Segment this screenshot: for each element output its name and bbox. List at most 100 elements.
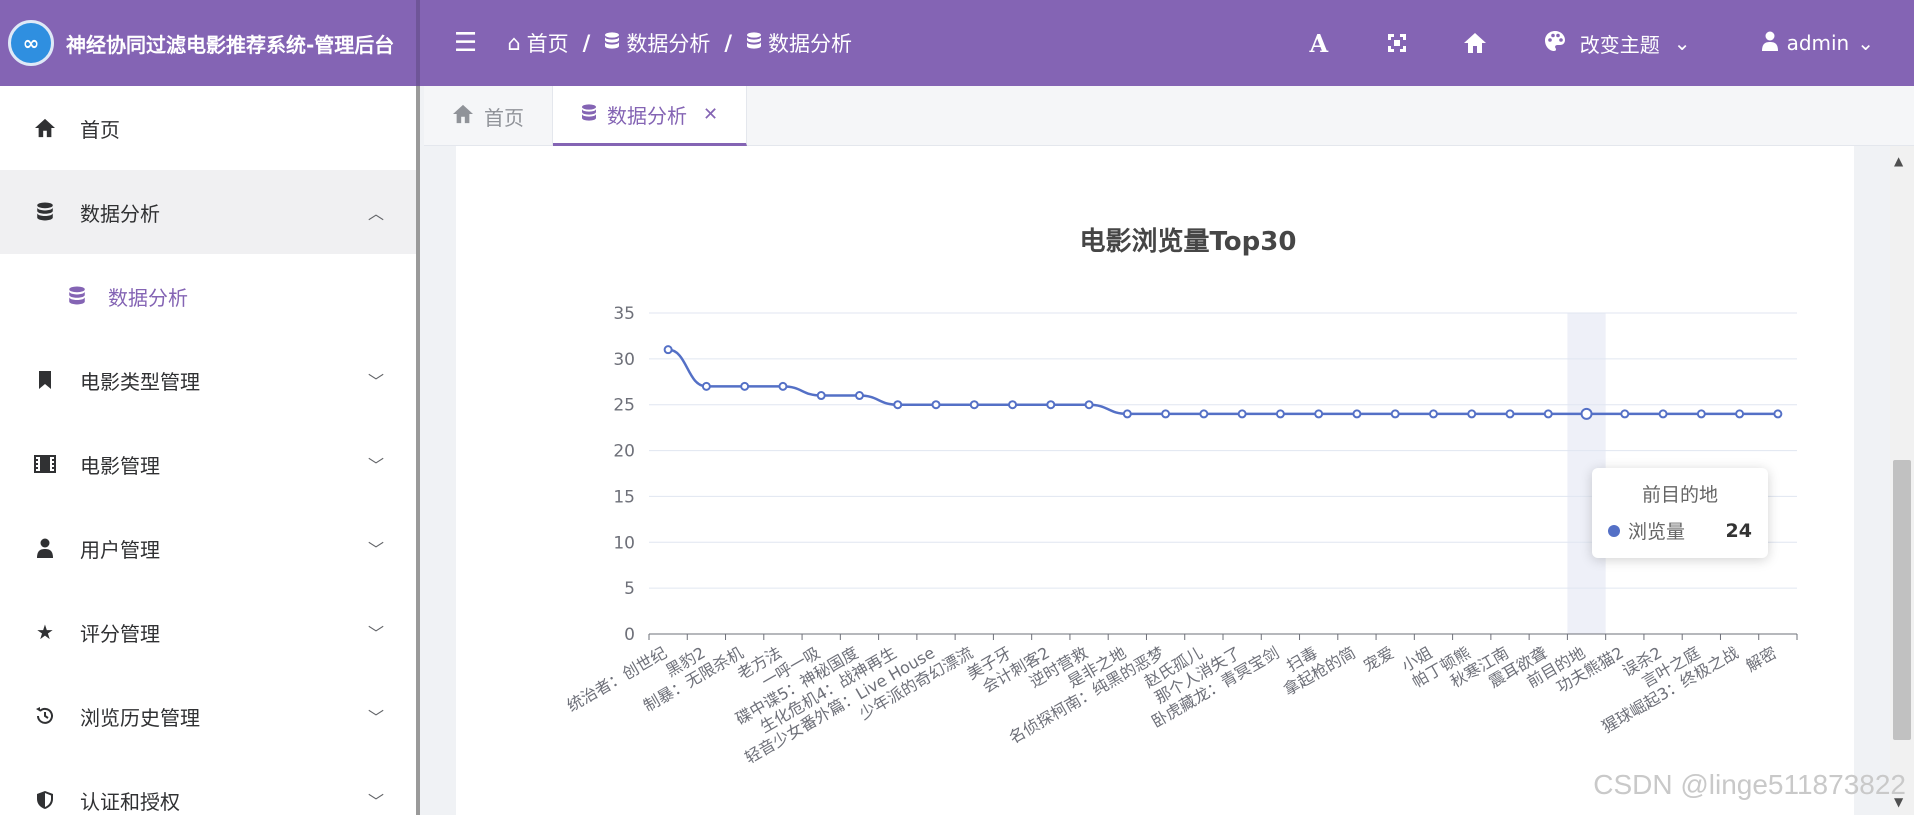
y-tick-label: 10 — [613, 533, 635, 553]
data-point[interactable] — [740, 381, 750, 391]
home-icon — [32, 118, 58, 138]
sidebar-item-movie-type-management[interactable]: 电影类型管理 ﹀ — [0, 338, 416, 422]
chevron-up-icon: ︿ — [367, 204, 384, 223]
database-icon — [581, 103, 597, 127]
series-marker-icon — [1608, 524, 1620, 537]
sidebar-item-browse-history-management[interactable]: 浏览历史管理 ﹀ — [0, 674, 416, 758]
sidebar-item-user-management[interactable]: 用户管理 ﹀ — [0, 506, 416, 590]
shield-icon — [32, 790, 58, 810]
change-theme-dropdown[interactable]: 改变主题 ⌄ — [1544, 29, 1691, 58]
top-header: ∞ 神经协同过滤电影推荐系统-管理后台 ☰ ⌂ 首页 / 数据分析 / 数据分析… — [0, 0, 1914, 86]
data-point[interactable] — [1658, 409, 1668, 419]
y-tick-label: 5 — [624, 579, 635, 599]
tab-bar: 首页 数据分析 ✕ — [424, 86, 1914, 146]
data-point[interactable] — [1352, 409, 1362, 419]
font-size-icon[interactable]: A — [1280, 29, 1358, 58]
data-point[interactable] — [1084, 400, 1094, 410]
data-point[interactable] — [816, 391, 826, 401]
breadcrumb-separator: / — [724, 31, 732, 55]
home-icon: ⌂ — [507, 31, 521, 55]
content-scrollbar[interactable]: ▲ ▼ — [1890, 146, 1914, 815]
sidebar-item-data-analysis[interactable]: 数据分析 ︿ — [0, 170, 416, 254]
home-icon — [452, 104, 474, 129]
data-point[interactable] — [893, 400, 903, 410]
breadcrumb-separator: / — [582, 31, 591, 55]
data-point[interactable] — [663, 345, 673, 355]
data-point[interactable] — [1046, 400, 1056, 410]
header-actions: A 改变主题 ⌄ admin ⌄ — [1280, 0, 1914, 86]
data-point[interactable] — [1199, 409, 1209, 419]
chevron-down-icon: ﹀ — [367, 708, 384, 727]
sidebar-item-rating-management[interactable]: ★ 评分管理 ﹀ — [0, 590, 416, 674]
chevron-down-icon: ⌄ — [1673, 31, 1691, 55]
sidebar-subitem-data-analysis[interactable]: 数据分析 — [0, 254, 416, 338]
data-point[interactable] — [969, 400, 979, 410]
y-tick-label: 15 — [613, 487, 635, 507]
user-dropdown[interactable]: admin ⌄ — [1761, 31, 1874, 56]
scroll-thumb[interactable] — [1893, 460, 1911, 740]
history-icon — [32, 706, 58, 726]
x-tick-label: 解密 — [1743, 643, 1780, 675]
chevron-down-icon: ﹀ — [367, 624, 384, 643]
data-point[interactable] — [1161, 409, 1171, 419]
breadcrumb-home[interactable]: ⌂ 首页 — [507, 28, 568, 58]
user-icon — [1761, 31, 1779, 56]
sidebar-item-auth[interactable]: 认证和授权 ﹀ — [0, 758, 416, 815]
menu-toggle-icon[interactable]: ☰ — [454, 28, 477, 58]
data-point[interactable] — [778, 381, 788, 391]
palette-icon — [1544, 30, 1566, 57]
data-point[interactable] — [1543, 409, 1553, 419]
data-point[interactable] — [701, 381, 711, 391]
tooltip-value: 24 — [1725, 519, 1752, 542]
data-point[interactable] — [1275, 409, 1285, 419]
data-point[interactable] — [854, 391, 864, 401]
data-point[interactable] — [1467, 409, 1477, 419]
chart-title: 电影浏览量Top30 — [1080, 227, 1297, 257]
sidebar-item-movie-management[interactable]: 电影管理 ﹀ — [0, 422, 416, 506]
data-point[interactable] — [1696, 409, 1706, 419]
database-icon — [604, 31, 620, 55]
tab-data-analysis[interactable]: 数据分析 ✕ — [553, 86, 748, 146]
film-icon — [32, 455, 58, 473]
data-point[interactable] — [1580, 407, 1593, 420]
sidebar: 首页 数据分析 ︿ 数据分析 电影类型管理 ﹀ 电影管理 ﹀ 用户管理 ﹀ ★ — [0, 86, 420, 815]
tooltip-title: 前目的地 — [1641, 484, 1718, 506]
chevron-down-icon: ﹀ — [367, 456, 384, 475]
y-tick-label: 30 — [613, 350, 635, 370]
data-point[interactable] — [931, 400, 941, 410]
data-point[interactable] — [1122, 409, 1132, 419]
logo-area: ∞ 神经协同过滤电影推荐系统-管理后台 — [0, 0, 420, 86]
tooltip-series-name: 浏览量 — [1628, 521, 1686, 543]
data-point[interactable] — [1735, 409, 1745, 419]
user-name: admin — [1786, 31, 1850, 55]
database-icon — [64, 286, 90, 306]
data-point[interactable] — [1314, 409, 1324, 419]
logo-icon: ∞ — [8, 20, 54, 66]
breadcrumb-data-analysis[interactable]: 数据分析 — [604, 28, 710, 58]
app-title: 神经协同过滤电影推荐系统-管理后台 — [66, 32, 395, 57]
data-point[interactable] — [1008, 400, 1018, 410]
data-point[interactable] — [1620, 409, 1630, 419]
data-point[interactable] — [1390, 409, 1400, 419]
theme-label: 改变主题 — [1579, 32, 1660, 57]
tooltip-row: 浏览量 24 — [1608, 517, 1752, 544]
scroll-up-icon[interactable]: ▲ — [1894, 154, 1903, 168]
chevron-down-icon: ﹀ — [367, 792, 384, 811]
x-tick-label: 宠爱 — [1360, 643, 1397, 675]
sidebar-item-home[interactable]: 首页 — [0, 86, 416, 170]
data-point[interactable] — [1428, 409, 1438, 419]
tab-home[interactable]: 首页 — [424, 86, 553, 146]
home-icon[interactable] — [1436, 32, 1514, 54]
chart-tooltip: 前目的地 浏览量 24 — [1592, 468, 1768, 558]
y-tick-label: 25 — [613, 396, 635, 416]
y-tick-label: 20 — [613, 442, 635, 462]
chevron-down-icon: ﹀ — [367, 372, 384, 391]
close-icon[interactable]: ✕ — [703, 104, 718, 125]
chevron-down-icon: ﹀ — [367, 540, 384, 559]
data-point[interactable] — [1237, 409, 1247, 419]
fullscreen-icon[interactable] — [1358, 33, 1436, 53]
breadcrumb: ⌂ 首页 / 数据分析 / 数据分析 — [507, 28, 852, 58]
data-point[interactable] — [1505, 409, 1515, 419]
data-point[interactable] — [1773, 409, 1783, 419]
breadcrumb-current: 数据分析 — [746, 28, 852, 58]
